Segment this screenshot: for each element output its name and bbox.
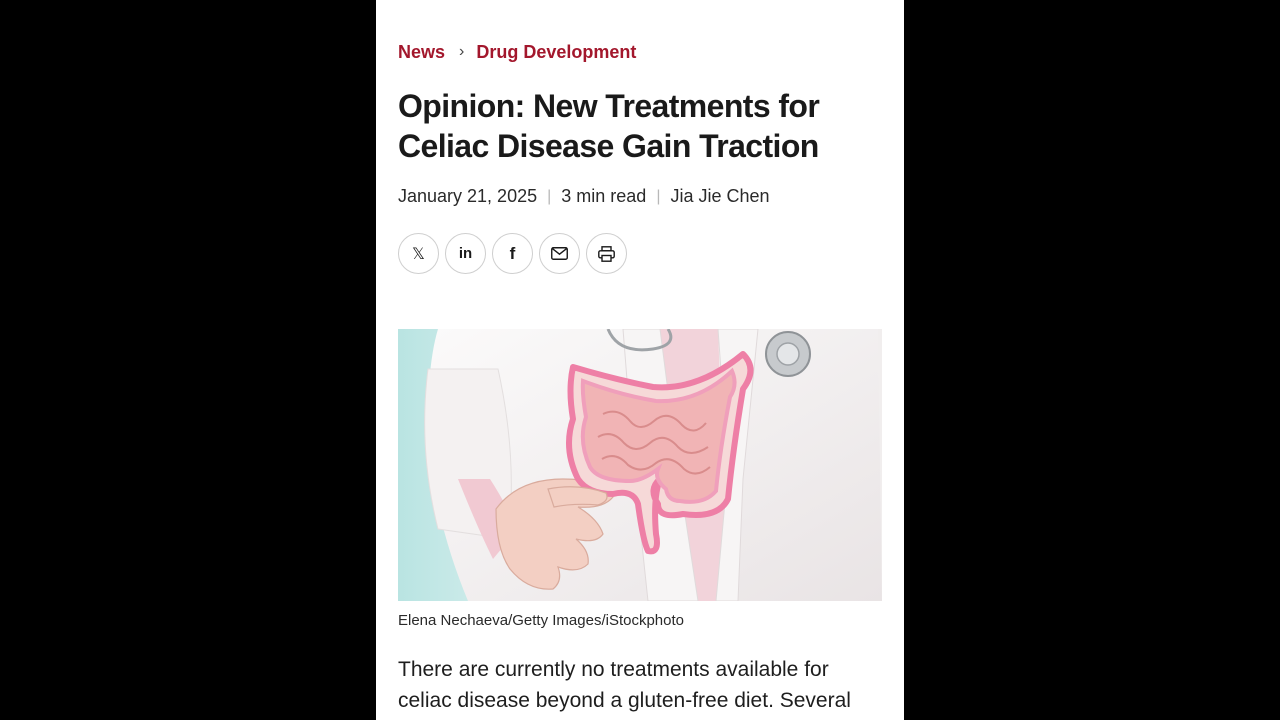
- breadcrumb-news-link[interactable]: News: [398, 42, 445, 63]
- share-x-button[interactable]: 𝕏: [398, 233, 439, 274]
- share-bar: 𝕏 in f: [398, 233, 633, 274]
- meta-divider: |: [547, 187, 552, 205]
- article-hero-image: [398, 329, 882, 601]
- breadcrumb: News › Drug Development: [398, 42, 636, 63]
- share-facebook-button[interactable]: f: [492, 233, 533, 274]
- doctor-holding-intestine-illustration: [398, 329, 882, 601]
- publish-date: January 21, 2025: [398, 186, 538, 206]
- article-body-paragraph: There are currently no treatments availa…: [398, 658, 851, 712]
- article-meta: January 21, 2025 | 3 min read | Jia Jie …: [398, 186, 770, 207]
- x-icon: 𝕏: [412, 244, 425, 263]
- print-button[interactable]: [586, 233, 627, 274]
- share-linkedin-button[interactable]: in: [445, 233, 486, 274]
- facebook-icon: f: [509, 243, 516, 263]
- read-time: 3 min read: [561, 186, 647, 206]
- breadcrumb-drug-development-link[interactable]: Drug Development: [476, 42, 636, 63]
- linkedin-icon: in: [458, 245, 473, 262]
- share-email-button[interactable]: [539, 233, 580, 274]
- email-icon: [551, 247, 568, 260]
- print-icon: [598, 245, 615, 262]
- author-name[interactable]: Jia Jie Chen: [670, 186, 769, 207]
- chevron-right-icon: ›: [459, 42, 465, 60]
- image-caption: Elena Nechaeva/Getty Images/iStockphoto: [398, 612, 684, 629]
- article-page: News › Drug Development Opinion: New Tre…: [376, 0, 904, 720]
- article-title: Opinion: New Treatments for Celiac Disea…: [398, 88, 820, 164]
- meta-divider: |: [656, 187, 661, 205]
